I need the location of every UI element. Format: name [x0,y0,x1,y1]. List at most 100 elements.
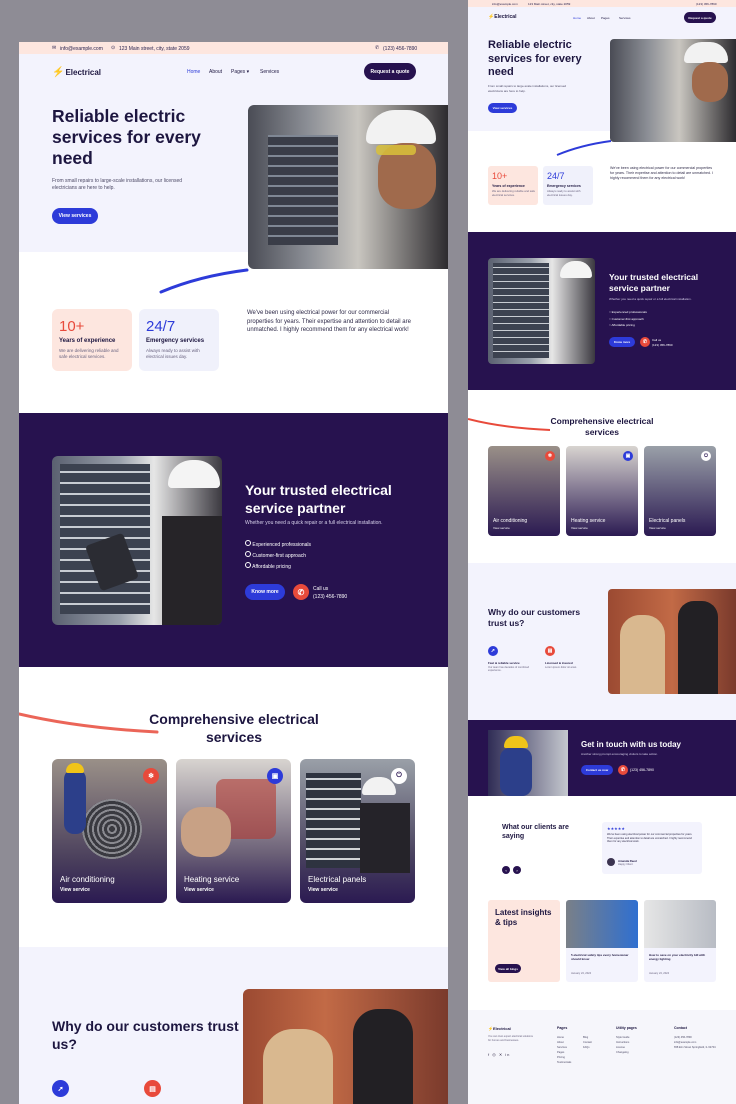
social-icons[interactable]: f ◎ ✕ in [488,1052,510,1057]
footer-contact-title: Contact [674,1026,688,1030]
feature-desc: Lorem ipsum dolor sit amet. [545,666,578,669]
nav-about[interactable]: About [209,69,222,75]
footer-utility-title: Utility pages [616,1026,637,1030]
view-services-button[interactable]: View services [488,103,517,113]
electrical-panel [268,135,338,245]
footer-link[interactable]: Testimonials [557,1060,571,1065]
hard-hat [66,763,84,773]
request-quote-button[interactable]: Request a quote [684,12,716,23]
worker-man [678,601,718,694]
partner-title: Your trusted electrical service partner [245,482,392,516]
footer-logo[interactable]: ⚡ Electrical [488,1026,511,1031]
worker-body [360,803,410,873]
service-name: Heating service [184,875,240,884]
service-name: Electrical panels [649,518,686,524]
phone-icon[interactable]: ✆ [640,337,650,347]
blog-post-card[interactable]: 5 electrical safety tips every homeowner… [566,900,638,982]
stat-value: 24/7 [146,318,176,335]
chevron-down-icon: ▾ [246,69,250,75]
call-us[interactable]: Call us (123) 456-7890 [652,338,673,347]
request-quote-button[interactable]: Request a quote [364,63,416,80]
contact-section: Get in touch with us today Another stron… [468,720,736,796]
arrow-left-icon[interactable]: ‹ [502,866,510,874]
nav-home[interactable]: Home [573,16,581,20]
worker-woman [620,615,665,694]
large-page-preview: ✉ info@example.com ⊙ 123 Main street, ci… [19,42,448,1104]
footer-link[interactable]: Changelog [616,1050,629,1055]
electrical-panel [306,773,361,868]
nav-pages[interactable]: Pages [601,16,610,20]
call-us[interactable]: Call us (123) 456-7890 [313,585,347,601]
license-icon: ▤ [144,1080,161,1097]
hard-hat [560,261,592,278]
blog-post-image [566,900,638,948]
decorative-stroke [159,268,249,294]
top-bar: ✉ info@example.com ⊙ 123 Main street, ci… [19,42,448,54]
check-icon [245,540,251,546]
trust-title: Why do our customers trust us? [488,607,581,628]
footer-link[interactable]: FAQs [583,1045,592,1050]
contact-text: Another strong prompt encouraging visito… [581,752,658,756]
service-card-heating[interactable]: ▣ Heating service View service [176,759,291,903]
topbar-email[interactable]: info@example.com [60,46,103,52]
know-more-button[interactable]: Know more [609,337,635,347]
nav-about[interactable]: About [587,16,595,20]
service-card-air-conditioning[interactable]: ❄ Air conditioning View service [488,446,560,536]
top-bar: info@example.com 123 Main street, city, … [468,0,736,7]
nav-home[interactable]: Home [187,69,200,75]
mail-icon: ✉ [52,45,57,51]
arrow-right-icon[interactable]: › [513,866,521,874]
hard-hat [684,42,728,63]
check-icon [245,562,251,568]
worker-face [181,807,231,857]
know-more-button[interactable]: Know more [245,584,285,600]
partner-text: Whether you need a quick repair or a ful… [245,520,383,526]
hard-hat [504,736,528,748]
bullet-text: Affordable pricing [252,564,291,570]
bullet-text: Customer-first approach [252,553,307,559]
view-service-link[interactable]: View service [649,526,666,530]
view-service-link[interactable]: View service [60,887,90,893]
hard-hat [362,777,396,795]
insights-title: Latest insights & tips [495,908,552,927]
contact-phone[interactable]: (123) 456-7890 [630,768,654,772]
stat-label: Years of experience [59,338,116,344]
contact-us-button[interactable]: Contact us now [581,765,613,775]
phone-icon[interactable]: ✆ [618,765,628,775]
bullet-item: ○ Experienced professionals [609,310,647,314]
nav-pages[interactable]: Pages ▾ [231,69,249,75]
logo[interactable]: ⚡ Electrical [488,14,516,20]
service-card-air-conditioning[interactable]: ❄ Air conditioning View service [52,759,167,903]
view-services-button[interactable]: View services [52,208,98,224]
feature-title: Fast & reliable service [488,661,520,665]
view-service-link[interactable]: View service [571,526,588,530]
service-card-electrical-panels[interactable]: ⏻ Electrical panels View service [300,759,415,903]
blog-post-title[interactable]: 5 electrical safety tips every homeowner… [571,953,633,961]
view-service-link[interactable]: View service [308,887,338,893]
view-service-link[interactable]: View service [184,887,214,893]
blog-post-title[interactable]: How to save on your electricity bill wit… [649,953,711,961]
hero-text: From small repairs to large-scale instal… [488,84,567,93]
services-title: Comprehensive electrical services [149,711,319,745]
logo[interactable]: ⚡ Electrical [52,67,101,78]
pin-icon: ⊙ [111,45,116,51]
hero-electrician-image [610,39,736,142]
view-service-link[interactable]: View service [493,526,510,530]
topbar-phone[interactable]: (123) 456-7890 [383,46,417,52]
blog-post-card[interactable]: How to save on your electricity bill wit… [644,900,716,982]
topbar-phone[interactable]: (123) 456-7890 [696,2,717,6]
topbar-email[interactable]: info@example.com [492,2,518,6]
view-all-blogs-button[interactable]: View all blogs [495,964,521,973]
plug-icon: ⏻ [701,451,711,461]
call-label: Call us [313,586,329,592]
bullet-text: Experienced professionals [252,542,312,548]
service-card-electrical-panels[interactable]: ⏻ Electrical panels View service [644,446,716,536]
service-card-heating[interactable]: ▣ Heating service View service [566,446,638,536]
footer: ⚡ Electrical You can trust expert electri… [468,1010,736,1104]
testimonial-snippet: We've been using electrical power for ou… [610,166,714,180]
bullet-item: Customer-first approach [245,551,311,562]
nav-services[interactable]: Services [260,69,279,75]
phone-icon[interactable]: ✆ [293,584,309,600]
nav-services[interactable]: Services [619,16,631,20]
footer-contact-list: (123) 456-7890 info@example.com 658 Elm … [674,1035,716,1050]
